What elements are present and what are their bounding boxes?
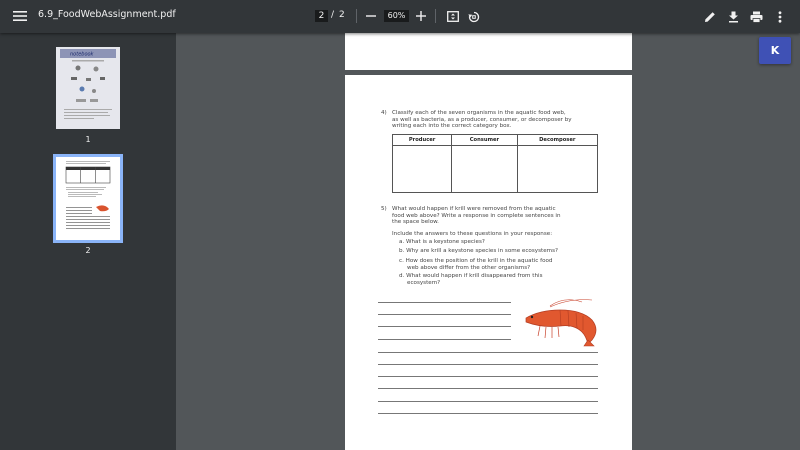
- page-thumbnail-1[interactable]: notebook: [56, 47, 120, 129]
- print-icon[interactable]: [749, 9, 764, 24]
- fit-to-page-icon[interactable]: [445, 9, 460, 24]
- decomposer-cell: [516, 145, 599, 193]
- page-separator: /: [331, 10, 335, 20]
- file-title: 6.9_FoodWebAssignment.pdf: [38, 9, 176, 20]
- question-4-number: 4): [381, 110, 387, 116]
- question-5-number: 5): [381, 206, 387, 212]
- download-icon[interactable]: [726, 9, 741, 24]
- answer-line: [378, 413, 598, 414]
- toolbar-divider: [356, 9, 357, 23]
- question-4-line: writing each into the correct category b…: [392, 123, 512, 129]
- question-5-item: b. Why are krill a keystone species in s…: [399, 248, 558, 254]
- thumbnail-label: 2: [85, 246, 91, 255]
- producer-header: Producer: [391, 134, 453, 146]
- question-5-item: web above differ from the other organism…: [407, 264, 531, 271]
- question-5-item: a. What is a keystone species?: [399, 239, 485, 245]
- answer-line: [378, 339, 511, 340]
- zoom-out-icon[interactable]: [364, 9, 378, 23]
- producer-cell: [391, 145, 453, 193]
- page-total: 2: [339, 10, 345, 20]
- answer-line: [378, 388, 598, 389]
- zoom-in-icon[interactable]: [414, 9, 428, 23]
- menu-icon[interactable]: [12, 8, 28, 24]
- pen-icon[interactable]: [702, 9, 717, 24]
- decomposer-header: Decomposer: [516, 134, 599, 146]
- answer-line: [378, 314, 511, 315]
- page-thumbnail-2[interactable]: [56, 157, 120, 240]
- svg-text:notebook: notebook: [70, 52, 95, 58]
- extension-button[interactable]: K: [759, 37, 791, 64]
- more-options-icon[interactable]: [774, 9, 786, 24]
- question-5-intro: Include the answers to these questions i…: [392, 231, 553, 237]
- answer-line: [378, 326, 511, 327]
- pdf-toolbar: 6.9_FoodWebAssignment.pdf 2 / 2 60%: [0, 0, 800, 33]
- toolbar-divider: [435, 9, 436, 23]
- answer-line: [378, 352, 598, 353]
- answer-line: [378, 364, 598, 365]
- krill-illustration: [520, 296, 600, 350]
- answer-line: [378, 302, 511, 303]
- page-number-input[interactable]: 2: [315, 10, 328, 22]
- consumer-cell: [451, 145, 518, 193]
- answer-line: [378, 376, 598, 377]
- question-5-line: the space below.: [392, 219, 439, 225]
- pdf-page-1-bottom: [345, 33, 632, 70]
- question-5-item: ecosystem?: [407, 279, 441, 286]
- thumbnail-label: 1: [85, 135, 91, 144]
- answer-line: [378, 401, 598, 402]
- zoom-input[interactable]: 60%: [384, 10, 409, 22]
- consumer-header: Consumer: [451, 134, 518, 146]
- category-table: Producer Consumer Decomposer: [391, 134, 599, 193]
- rotate-icon[interactable]: [466, 9, 481, 24]
